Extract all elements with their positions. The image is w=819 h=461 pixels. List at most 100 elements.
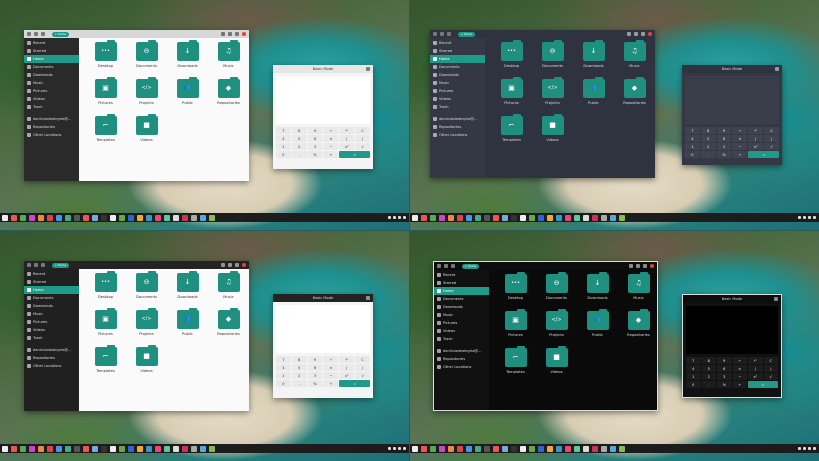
taskbar-app-icon[interactable]: [47, 214, 53, 221]
taskbar-app-icon[interactable]: [412, 214, 418, 221]
folder-item[interactable]: </> Projects: [126, 308, 167, 347]
calculator-key[interactable]: =: [339, 151, 370, 158]
sidebar-item-starred[interactable]: Starred: [24, 47, 79, 55]
path-bar-home[interactable]: ⌂ Home: [462, 263, 480, 269]
sidebar-item-pictures[interactable]: Pictures: [24, 318, 79, 326]
calculator-mode-selector[interactable]: Basic Mode: [313, 67, 333, 71]
calculator-key[interactable]: −: [323, 143, 339, 150]
sidebar-item-music[interactable]: Music: [24, 310, 79, 318]
calculator-key[interactable]: −: [732, 143, 748, 150]
folder-item[interactable]: 👥 Public: [167, 77, 208, 116]
sidebar-item-videos[interactable]: Videos: [434, 327, 489, 335]
calculator-key[interactable]: 2: [700, 143, 716, 150]
calculator-key[interactable]: x²: [339, 372, 355, 379]
calculator-key[interactable]: 9: [717, 357, 732, 364]
battery-icon[interactable]: [398, 216, 401, 219]
taskbar-app-icon[interactable]: [20, 214, 26, 221]
taskbar-app-icon[interactable]: [2, 214, 8, 221]
taskbar-app-icon[interactable]: [439, 214, 445, 221]
calculator-key[interactable]: ): [355, 364, 370, 371]
search-icon[interactable]: [221, 263, 225, 267]
sidebar-device-item[interactable]: Other Locations: [24, 362, 79, 370]
taskbar-app-icon[interactable]: [610, 445, 616, 452]
new-tab-button[interactable]: [41, 263, 45, 267]
folder-item[interactable]: ⊖ Documents: [536, 272, 577, 311]
folder-item[interactable]: ■ Videos: [532, 114, 573, 153]
folder-item[interactable]: ⌐ Templates: [85, 114, 126, 153]
sidebar-item-downloads[interactable]: Downloads: [24, 302, 79, 310]
calculator-key[interactable]: 9: [716, 127, 732, 134]
calculator-key[interactable]: 7: [686, 357, 701, 364]
taskbar-app-icon[interactable]: [65, 214, 71, 221]
sidebar-item-videos[interactable]: Videos: [24, 326, 79, 334]
taskbar-app-icon[interactable]: [511, 445, 517, 452]
network-icon[interactable]: [388, 447, 391, 450]
sidebar-item-trash[interactable]: Trash: [434, 335, 489, 343]
sidebar-item-music[interactable]: Music: [24, 79, 79, 87]
calculator-display[interactable]: [276, 305, 370, 353]
back-button[interactable]: [27, 32, 31, 36]
taskbar-app-icon[interactable]: [619, 445, 625, 452]
taskbar-app-icon[interactable]: [547, 214, 553, 221]
menu-icon[interactable]: [641, 32, 645, 36]
calculator-key[interactable]: 0: [276, 151, 291, 158]
calculator-key[interactable]: 0: [686, 381, 701, 388]
close-button[interactable]: [242, 263, 246, 267]
taskbar-app-icon[interactable]: [92, 445, 98, 452]
search-icon[interactable]: [629, 264, 633, 268]
taskbar-app-icon[interactable]: [529, 214, 535, 221]
calculator-display[interactable]: [276, 76, 370, 124]
calculator-key[interactable]: .: [291, 380, 307, 387]
view-toggle-icon[interactable]: [228, 32, 232, 36]
taskbar-app-icon[interactable]: [191, 214, 197, 221]
sidebar-item-pictures[interactable]: Pictures: [430, 87, 485, 95]
folder-item[interactable]: ■ Videos: [126, 114, 167, 153]
calculator-mode-selector[interactable]: Basic Mode: [722, 67, 742, 71]
calculator-key[interactable]: 4: [685, 135, 700, 142]
folder-item[interactable]: ◆ Repositories: [208, 308, 249, 347]
taskbar-app-icon[interactable]: [439, 445, 445, 452]
calculator-key[interactable]: √: [355, 143, 370, 150]
taskbar-app-icon[interactable]: [475, 445, 481, 452]
sidebar-item-pictures[interactable]: Pictures: [24, 87, 79, 95]
calculator-key[interactable]: (: [748, 365, 763, 372]
calculator-key[interactable]: 3: [716, 143, 732, 150]
taskbar-app-icon[interactable]: [493, 214, 499, 221]
calculator-key[interactable]: 1: [685, 143, 700, 150]
taskbar-app-icon[interactable]: [38, 445, 44, 452]
calculator-key[interactable]: 5: [291, 364, 307, 371]
calculator-key[interactable]: ×: [323, 135, 339, 142]
calculator-key[interactable]: .: [291, 151, 307, 158]
sidebar-item-videos[interactable]: Videos: [24, 95, 79, 103]
calculator-key[interactable]: x²: [339, 143, 355, 150]
sidebar-device-item[interactable]: daniruizdeaIngria@...: [24, 115, 79, 123]
sidebar-item-recent[interactable]: Recent: [430, 39, 485, 47]
taskbar-app-icon[interactable]: [520, 445, 526, 452]
taskbar-app-icon[interactable]: [457, 214, 463, 221]
notification-icon[interactable]: [403, 447, 406, 450]
calculator-key[interactable]: (: [748, 135, 764, 142]
taskbar-app-icon[interactable]: [200, 445, 206, 452]
folder-item[interactable]: ↓ Downloads: [573, 40, 614, 79]
menu-icon[interactable]: [235, 32, 239, 36]
calculator-key[interactable]: 0: [276, 380, 291, 387]
path-bar-home[interactable]: ⌂ Home: [458, 31, 476, 37]
sidebar-item-videos[interactable]: Videos: [430, 95, 485, 103]
taskbar-app-icon[interactable]: [209, 445, 215, 452]
calculator-key[interactable]: 5: [701, 365, 716, 372]
folder-item[interactable]: ⊖ Documents: [532, 40, 573, 79]
calculator-key[interactable]: +: [323, 380, 339, 387]
volume-icon[interactable]: [803, 216, 806, 219]
back-button[interactable]: [437, 264, 441, 268]
folder-item[interactable]: </> Projects: [126, 77, 167, 116]
taskbar-app-icon[interactable]: [173, 445, 179, 452]
calculator-key[interactable]: 5: [291, 135, 307, 142]
taskbar-app-icon[interactable]: [92, 214, 98, 221]
taskbar-app-icon[interactable]: [128, 214, 134, 221]
network-icon[interactable]: [798, 216, 801, 219]
taskbar-app-icon[interactable]: [412, 445, 418, 452]
taskbar-app-icon[interactable]: [65, 445, 71, 452]
calculator-key[interactable]: −: [732, 373, 747, 380]
sidebar-device-item[interactable]: Repositories: [430, 123, 485, 131]
taskbar-app-icon[interactable]: [457, 445, 463, 452]
